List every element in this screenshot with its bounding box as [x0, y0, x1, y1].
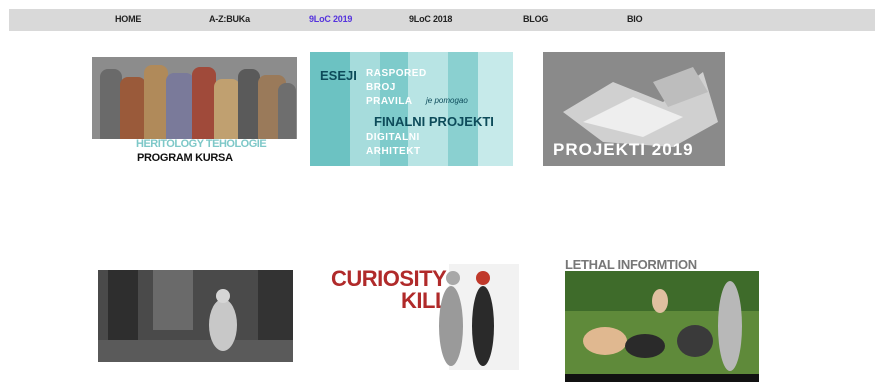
curiosity-kills-tile[interactable]: CURIOSITY KILLS — [329, 264, 527, 370]
pomogao-label: je pomogao — [426, 96, 468, 105]
image-bottom-bar — [565, 374, 759, 382]
raspored-label: RASPORED — [366, 68, 427, 79]
program-kursa-caption: PROGRAM KURSA — [137, 152, 233, 164]
program-kursa-tile[interactable]: HERITOLOGY TEHOLOGIE PROGRAM KURSA — [88, 57, 301, 168]
arhitekt-label: ARHITEKT — [366, 146, 421, 157]
interior-photo-tile[interactable] — [98, 270, 293, 362]
eseji-finalni-projekti-tile[interactable]: ESEJI RASPORED BROJ PRAVILA je pomogao F… — [310, 52, 513, 166]
broj-label: BROJ — [366, 82, 396, 93]
lethal-information-tile[interactable]: LETHAL INFORMTION — [563, 255, 761, 382]
nav-9loc-2019-link[interactable]: 9LoC 2019 — [309, 14, 352, 24]
nav-home-link[interactable]: HOME — [115, 14, 141, 24]
eseji-label: ESEJI — [320, 68, 357, 83]
curiosity-figures-image — [439, 264, 519, 370]
pravila-label: PRAVILA — [366, 96, 413, 107]
finalni-projekti-label: FINALNI PROJEKTI — [374, 114, 494, 129]
digitalni-label: DIGITALNI — [366, 132, 420, 143]
nav-blog-link[interactable]: BLOG — [523, 14, 548, 24]
heritology-caption: HERITOLOGY TEHOLOGIE — [136, 138, 267, 150]
projekti-2019-caption: PROJEKTI 2019 — [553, 140, 694, 159]
interior-sculpture-image — [98, 270, 293, 362]
top-navigation-bar: HOME A-Z:BUKa 9LoC 2019 9LoC 2018 BLOG B… — [9, 9, 875, 31]
picnic-painting-image — [565, 271, 759, 374]
nav-bio-link[interactable]: BIO — [627, 14, 643, 24]
lethal-information-caption: LETHAL INFORMTION — [565, 257, 697, 272]
nav-9loc-2018-link[interactable]: 9LoC 2018 — [409, 14, 452, 24]
projekti-2019-tile[interactable]: PROJEKTI 2019 — [543, 52, 725, 166]
nav-az-buka-link[interactable]: A-Z:BUKa — [209, 14, 250, 24]
sculpture-group-image — [92, 57, 297, 139]
